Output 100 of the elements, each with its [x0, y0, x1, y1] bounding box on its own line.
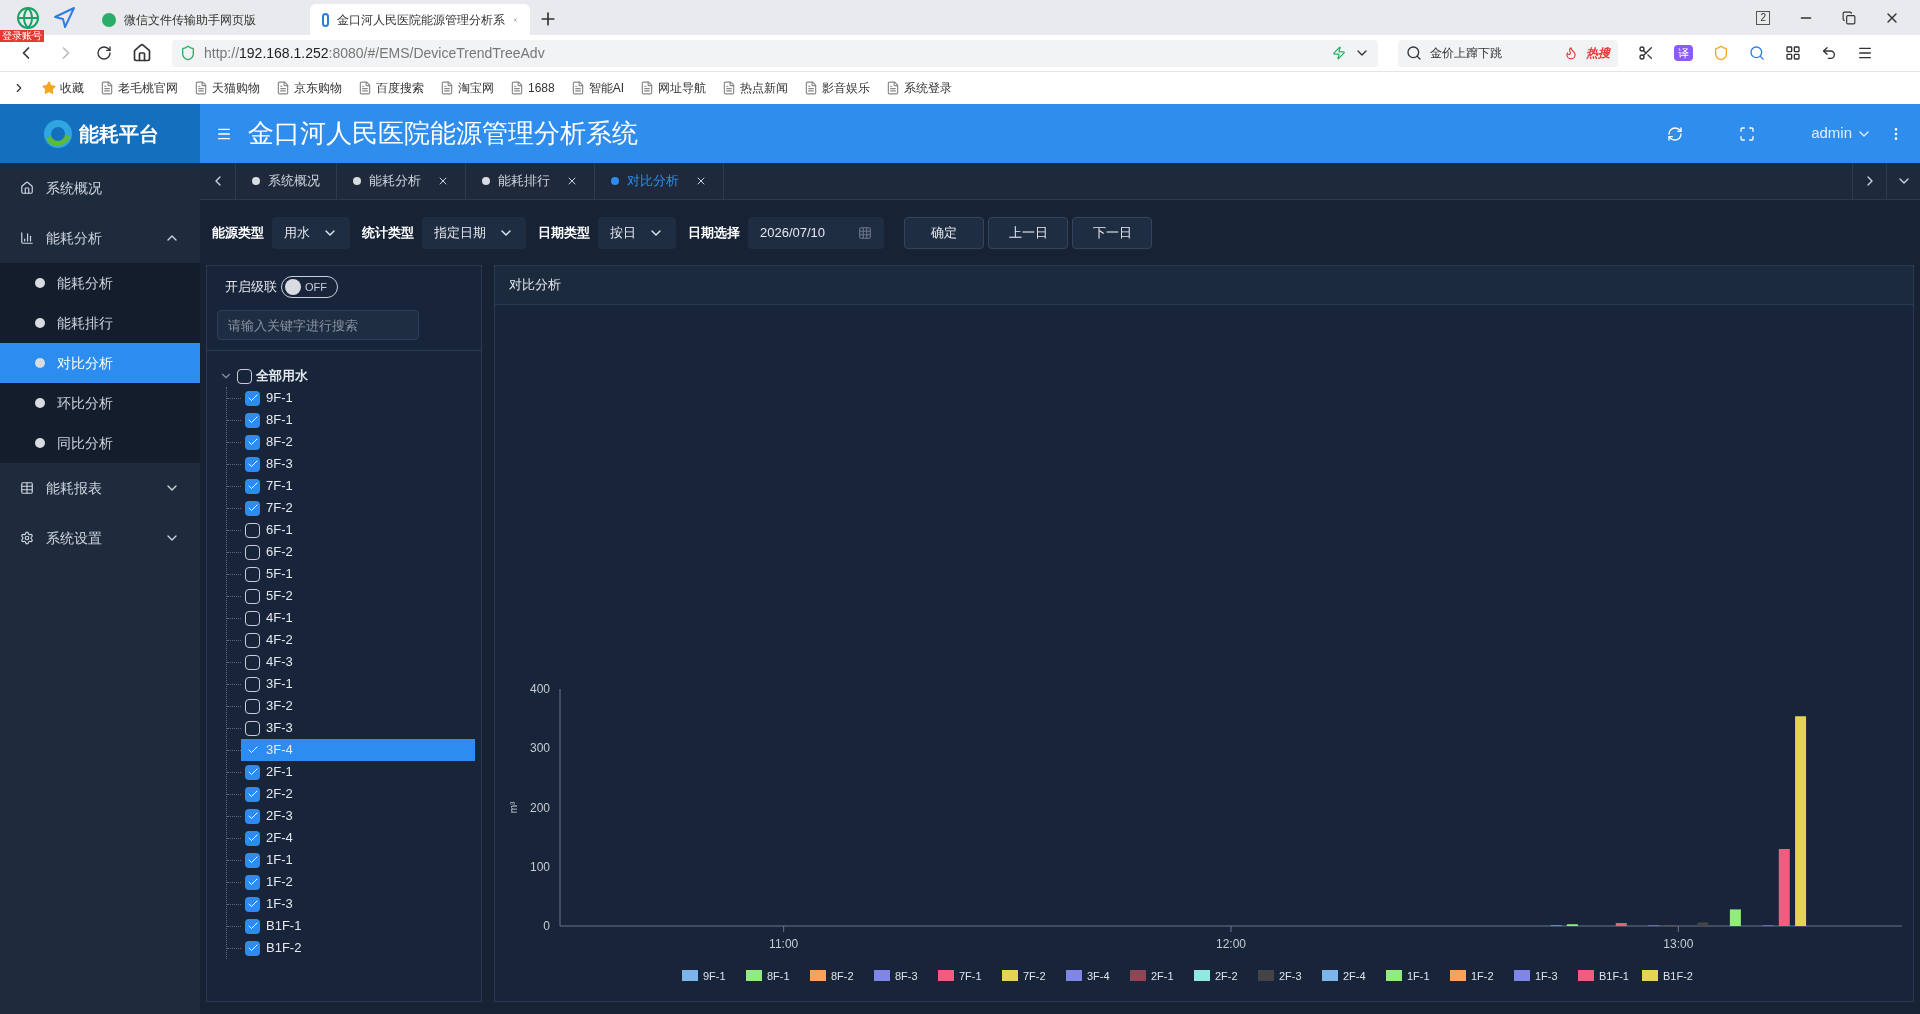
close-icon[interactable]: [566, 175, 578, 187]
tree-item[interactable]: 1F-2: [241, 871, 475, 893]
checkbox[interactable]: [245, 456, 260, 472]
tree-item[interactable]: 8F-2: [241, 431, 475, 453]
sidebar-item[interactable]: 系统概况: [0, 163, 200, 213]
page-tab[interactable]: 系统概况: [236, 163, 337, 199]
sidebar-item[interactable]: 能耗分析: [0, 213, 200, 263]
home-icon[interactable]: [132, 43, 152, 63]
scissors-icon[interactable]: [1638, 45, 1654, 61]
tree-item[interactable]: 2F-4: [241, 827, 475, 849]
bookmark-link[interactable]: 影音娱乐: [804, 79, 871, 97]
tree-item[interactable]: 3F-1: [241, 673, 475, 695]
tree-item[interactable]: 5F-1: [241, 563, 475, 585]
checkbox[interactable]: [237, 368, 252, 384]
checkbox[interactable]: [245, 390, 260, 406]
bookmark-link[interactable]: 热点新闻: [722, 79, 789, 97]
tree-item[interactable]: 4F-1: [241, 607, 475, 629]
sidebar-subitem[interactable]: 能耗分析: [0, 263, 200, 303]
action-button[interactable]: 上一日: [988, 216, 1068, 249]
refresh-icon[interactable]: [1667, 125, 1684, 142]
tree-item[interactable]: 3F-2: [241, 695, 475, 717]
tree-item[interactable]: 7F-2: [241, 497, 475, 519]
legend-item[interactable]: 1F-1: [1386, 970, 1430, 982]
login-badge[interactable]: 登录账号: [0, 30, 44, 42]
tree-item[interactable]: 全部用水: [219, 365, 481, 387]
address-bar[interactable]: http://192.168.1.252:8080/#/EMS/DeviceTrendTreeAdv: [172, 39, 1378, 67]
legend-item[interactable]: 7F-1: [938, 970, 982, 982]
page-tab[interactable]: 能耗排行: [466, 163, 595, 199]
bookmark-link[interactable]: 1688: [510, 79, 555, 97]
checkbox[interactable]: [245, 478, 260, 494]
legend-item[interactable]: 8F-3: [874, 970, 918, 982]
bookmark-link[interactable]: 淘宝网: [440, 79, 494, 97]
checkbox[interactable]: [245, 500, 260, 516]
bookmark-link[interactable]: 百度搜索: [358, 79, 424, 97]
checkbox[interactable]: [245, 412, 260, 428]
tree-item[interactable]: 4F-3: [241, 651, 475, 673]
legend-item[interactable]: 1F-3: [1514, 970, 1558, 982]
legend-item[interactable]: 2F-2: [1194, 970, 1238, 982]
checkbox[interactable]: [245, 786, 260, 802]
legend-item[interactable]: 2F-1: [1130, 970, 1174, 982]
close-icon[interactable]: [695, 175, 707, 187]
search-field[interactable]: 金价上蹿下跳 热搜: [1398, 39, 1618, 67]
checkbox[interactable]: [245, 940, 260, 956]
legend-item[interactable]: 2F-3: [1258, 970, 1302, 982]
legend-item[interactable]: B1F-1: [1578, 970, 1629, 982]
action-button[interactable]: 下一日: [1072, 216, 1152, 249]
checkbox[interactable]: [245, 588, 260, 604]
legend-item[interactable]: 3F-4: [1066, 970, 1110, 982]
tree-item[interactable]: 8F-3: [241, 453, 475, 475]
tree-item[interactable]: 6F-1: [241, 519, 475, 541]
tree-item[interactable]: 1F-3: [241, 893, 475, 915]
checkbox[interactable]: [245, 610, 260, 626]
select-field[interactable]: 按日: [598, 216, 676, 249]
apps-icon[interactable]: [1785, 45, 1801, 61]
lightning-icon[interactable]: [1332, 46, 1346, 60]
checkbox[interactable]: [245, 698, 260, 714]
tree-item[interactable]: B1F-2: [241, 937, 475, 959]
fullscreen-icon[interactable]: [1739, 125, 1756, 142]
search-icon[interactable]: [1749, 45, 1765, 61]
tab-count[interactable]: 2: [1756, 10, 1770, 25]
checkbox[interactable]: [245, 808, 260, 824]
checkbox[interactable]: [245, 632, 260, 648]
tree-item[interactable]: 2F-2: [241, 783, 475, 805]
menu-icon[interactable]: [1857, 45, 1873, 61]
tree-item[interactable]: 9F-1: [241, 387, 475, 409]
legend-item[interactable]: B1F-2: [1642, 970, 1693, 982]
checkbox[interactable]: [245, 874, 260, 890]
tree-item[interactable]: 2F-3: [241, 805, 475, 827]
close-icon[interactable]: [437, 175, 449, 187]
select-field[interactable]: 指定日期: [422, 216, 526, 249]
checkbox[interactable]: [245, 676, 260, 692]
navigation-icon[interactable]: [52, 5, 76, 30]
browser-logo-icon[interactable]: [16, 5, 40, 30]
bookmark-link[interactable]: 京东购物: [276, 79, 342, 97]
translate-button[interactable]: 译: [1674, 44, 1693, 62]
page-tab[interactable]: 对比分析: [595, 163, 724, 199]
restore-icon[interactable]: [1842, 10, 1856, 25]
page-tab[interactable]: 能耗分析: [337, 163, 466, 199]
checkbox[interactable]: [245, 918, 260, 934]
sidebar-subitem[interactable]: 能耗排行: [0, 303, 200, 343]
action-button[interactable]: 确定: [904, 216, 984, 249]
checkbox[interactable]: [245, 434, 260, 450]
bookmark-link[interactable]: 网址导航: [640, 79, 707, 97]
sidebar-subitem[interactable]: 同比分析: [0, 423, 200, 463]
tree-item[interactable]: 3F-3: [241, 717, 475, 739]
undo-icon[interactable]: [1821, 45, 1837, 61]
tree-item[interactable]: 6F-2: [241, 541, 475, 563]
checkbox[interactable]: [245, 544, 260, 560]
legend-item[interactable]: 2F-4: [1322, 970, 1366, 982]
tree-item[interactable]: 1F-1: [241, 849, 475, 871]
legend-item[interactable]: 7F-2: [1002, 970, 1046, 982]
tree-item[interactable]: 4F-2: [241, 629, 475, 651]
date-field[interactable]: 2026/07/10: [748, 216, 884, 249]
legend-item[interactable]: 8F-1: [746, 970, 790, 982]
sidebar-subitem[interactable]: 环比分析: [0, 383, 200, 423]
bookmark-link[interactable]: 智能AI: [570, 79, 625, 97]
checkbox[interactable]: [245, 654, 260, 670]
reload-icon[interactable]: [96, 45, 112, 61]
legend-item[interactable]: 1F-2: [1450, 970, 1494, 982]
bookmark-link[interactable]: 老毛桃官网: [100, 79, 178, 97]
